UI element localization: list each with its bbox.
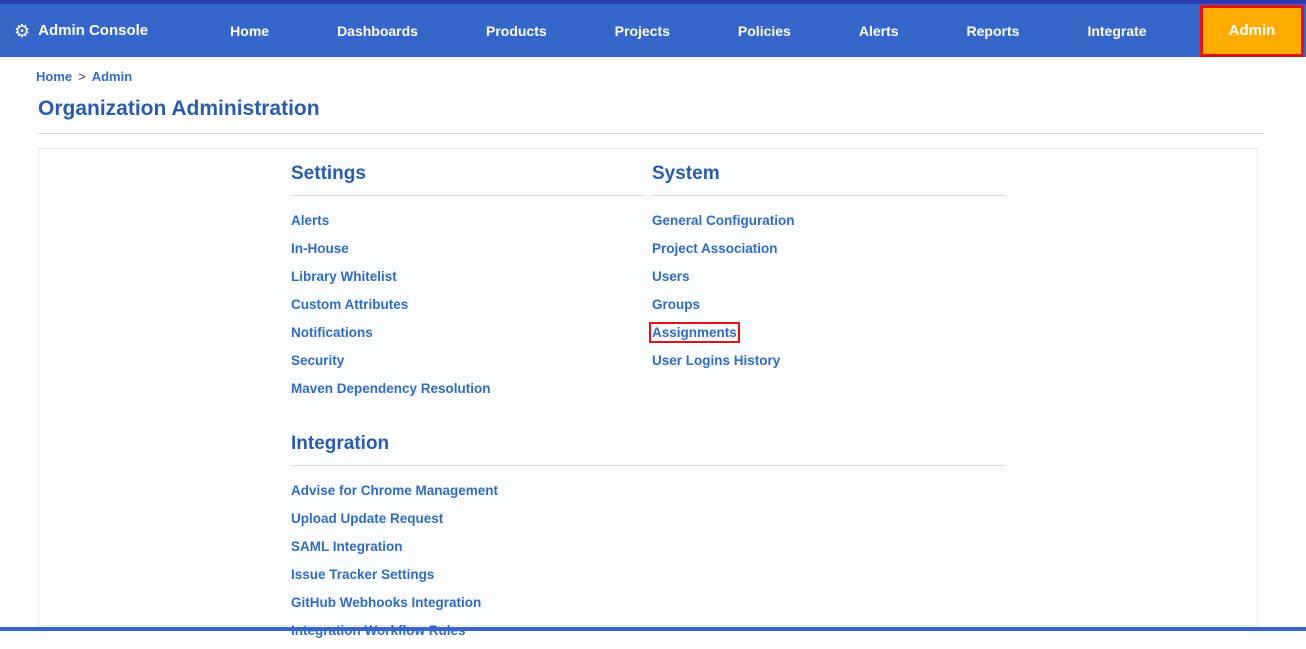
list-item: In-House xyxy=(291,239,645,258)
link-library-whitelist[interactable]: Library Whitelist xyxy=(291,269,397,284)
system-section: System General Configuration Project Ass… xyxy=(649,163,1006,407)
list-item: Groups xyxy=(652,295,1006,314)
top-nav-bar: ⚙ Admin Console Home Dashboards Products… xyxy=(0,0,1306,57)
link-security[interactable]: Security xyxy=(291,353,344,368)
admin-panel: Settings Alerts In-House Library Whiteli… xyxy=(38,148,1258,638)
list-item: User Logins History xyxy=(652,351,1006,370)
link-in-house[interactable]: In-House xyxy=(291,241,349,256)
top-nav: Home Dashboards Products Projects Polici… xyxy=(196,23,1180,39)
link-alerts[interactable]: Alerts xyxy=(291,213,329,228)
link-custom-attributes[interactable]: Custom Attributes xyxy=(291,297,408,312)
list-item: Issue Tracker Settings xyxy=(291,565,645,584)
nav-item-alerts[interactable]: Alerts xyxy=(825,23,933,39)
list-item: Project Association xyxy=(652,239,1006,258)
list-item: General Configuration xyxy=(652,211,1006,230)
bottom-edge-strip xyxy=(0,627,1306,631)
list-item: Library Whitelist xyxy=(291,267,645,286)
link-advise-for-chrome-management[interactable]: Advise for Chrome Management xyxy=(291,483,498,498)
link-general-configuration[interactable]: General Configuration xyxy=(652,213,795,228)
list-item: Maven Dependency Resolution xyxy=(291,379,645,398)
title-divider xyxy=(38,133,1264,134)
admin-sections-grid: Settings Alerts In-House Library Whiteli… xyxy=(291,163,1257,649)
admin-button[interactable]: Admin xyxy=(1200,4,1304,57)
list-item: Advise for Chrome Management xyxy=(291,481,645,500)
nav-item-home[interactable]: Home xyxy=(196,23,303,39)
list-item: Upload Update Request xyxy=(291,509,645,528)
link-assignments[interactable]: Assignments xyxy=(649,322,740,343)
breadcrumb-separator: > xyxy=(78,69,86,84)
list-item: Alerts xyxy=(291,211,645,230)
link-notifications[interactable]: Notifications xyxy=(291,325,373,340)
settings-section: Settings Alerts In-House Library Whiteli… xyxy=(291,163,645,407)
brand[interactable]: ⚙ Admin Console xyxy=(14,22,148,40)
link-project-association[interactable]: Project Association xyxy=(652,241,778,256)
nav-item-dashboards[interactable]: Dashboards xyxy=(303,23,452,39)
settings-heading: Settings xyxy=(291,163,645,196)
list-item: GitHub Webhooks Integration xyxy=(291,593,645,612)
nav-item-reports[interactable]: Reports xyxy=(933,23,1054,39)
system-heading: System xyxy=(652,163,1006,196)
nav-item-policies[interactable]: Policies xyxy=(704,23,825,39)
list-item: Security xyxy=(291,351,645,370)
link-groups[interactable]: Groups xyxy=(652,297,700,312)
system-link-list: General Configuration Project Associatio… xyxy=(649,211,1006,370)
breadcrumb: Home > Admin xyxy=(0,57,1306,87)
nav-item-integrate[interactable]: Integrate xyxy=(1053,23,1180,39)
list-item: Assignments xyxy=(649,322,1006,343)
integration-section: Integration Advise for Chrome Management… xyxy=(291,433,1006,649)
link-user-logins-history[interactable]: User Logins History xyxy=(652,353,780,368)
gear-icon: ⚙ xyxy=(14,20,31,41)
link-github-webhooks-integration[interactable]: GitHub Webhooks Integration xyxy=(291,595,481,610)
link-issue-tracker-settings[interactable]: Issue Tracker Settings xyxy=(291,567,434,582)
list-item: Users xyxy=(652,267,1006,286)
list-item: Notifications xyxy=(291,323,645,342)
brand-label: Admin Console xyxy=(38,22,149,39)
link-users[interactable]: Users xyxy=(652,269,690,284)
list-item: Custom Attributes xyxy=(291,295,645,314)
integration-link-list: Advise for Chrome Management Upload Upda… xyxy=(291,481,645,640)
link-upload-update-request[interactable]: Upload Update Request xyxy=(291,511,443,526)
nav-item-products[interactable]: Products xyxy=(452,23,581,39)
nav-item-projects[interactable]: Projects xyxy=(581,23,704,39)
page-title: Organization Administration xyxy=(38,97,320,120)
link-maven-dependency-resolution[interactable]: Maven Dependency Resolution xyxy=(291,381,491,396)
link-saml-integration[interactable]: SAML Integration xyxy=(291,539,403,554)
integration-heading: Integration xyxy=(291,433,1006,466)
list-item: SAML Integration xyxy=(291,537,645,556)
settings-link-list: Alerts In-House Library Whitelist Custom… xyxy=(291,211,645,398)
breadcrumb-admin[interactable]: Admin xyxy=(92,69,132,84)
breadcrumb-home[interactable]: Home xyxy=(36,69,72,84)
